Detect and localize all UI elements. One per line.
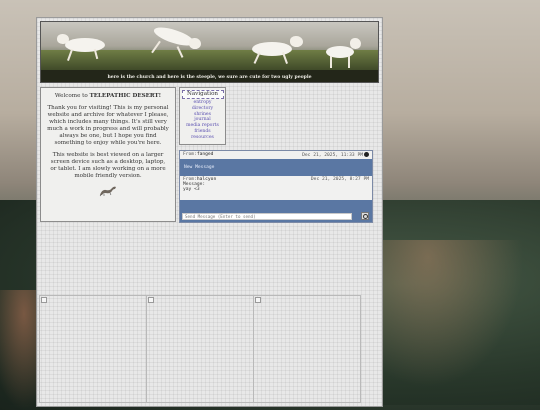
chat-message: From:fanged Dec 21, 2025, 11:33 PM	[180, 151, 372, 159]
message-sender: From:fanged	[183, 152, 214, 157]
message-timestamp: Dec 21, 2025, 11:33 PM	[302, 152, 369, 158]
background-glow	[380, 240, 540, 410]
image-placeholder	[253, 295, 361, 403]
lamb-image	[55, 30, 111, 66]
welcome-title: Welcome to TELEPATHIC DESERT!	[54, 93, 162, 99]
lamb-image	[246, 32, 310, 68]
nav-link-resources[interactable]: resources	[180, 135, 225, 141]
welcome-panel: Welcome to TELEPATHIC DESERT! Thank you …	[40, 87, 176, 222]
navigation-title: Navigation	[181, 90, 224, 99]
header-banner: here is the church and here is the steep…	[40, 21, 379, 83]
send-button[interactable]	[361, 212, 369, 220]
banner-caption: here is the church and here is the steep…	[107, 75, 312, 80]
broken-image-icon	[41, 297, 47, 303]
image-placeholder	[39, 295, 147, 403]
broken-image-icon	[148, 297, 154, 303]
lamb-image	[324, 36, 366, 72]
new-message-link[interactable]: New Message	[180, 159, 372, 176]
ferret-icon	[99, 186, 116, 197]
welcome-paragraph: Thank you for visiting! This is my perso…	[47, 105, 169, 146]
lamb-image	[145, 23, 209, 64]
navigation-panel: Navigation entropy directory shrines jou…	[179, 87, 226, 145]
chat-message: From:halcyon Dec 21, 2025, 8:27 PM Messa…	[180, 176, 372, 200]
message-text: yay <3	[183, 187, 200, 192]
chat-input-row	[181, 212, 371, 221]
welcome-paragraph: This website is best viewed on a larger …	[50, 152, 166, 179]
chat-message-input[interactable]	[182, 213, 352, 220]
message-timestamp: Dec 21, 2025, 8:27 PM	[310, 177, 369, 182]
site-name: TELEPATHIC DESERT!	[89, 93, 162, 99]
main-page-container: here is the church and here is the steep…	[36, 17, 383, 407]
image-placeholder	[146, 295, 254, 403]
send-icon	[362, 213, 368, 219]
broken-image-icon	[255, 297, 261, 303]
chat-widget: From:fanged Dec 21, 2025, 11:33 PM New M…	[179, 150, 373, 223]
gear-icon[interactable]	[364, 152, 369, 157]
